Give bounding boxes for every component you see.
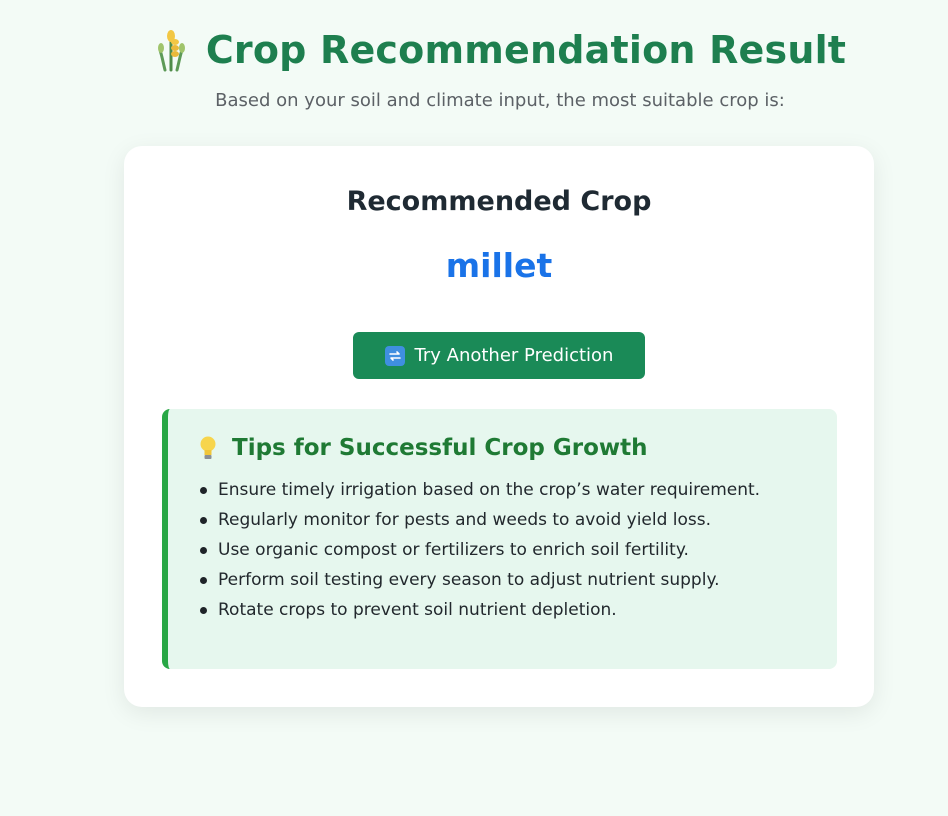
light-bulb-icon bbox=[200, 436, 216, 459]
repeat-icon bbox=[384, 345, 405, 366]
list-item: Use organic compost or fertilizers to en… bbox=[198, 539, 760, 569]
try-another-prediction-button[interactable]: Try Another Prediction bbox=[353, 332, 645, 379]
list-item: Rotate crops to prevent soil nutrient de… bbox=[198, 599, 760, 629]
page-header: Crop Recommendation Result bbox=[0, 28, 948, 72]
sheaf-of-rice-icon bbox=[157, 30, 185, 72]
list-item: Perform soil testing every season to adj… bbox=[198, 569, 760, 599]
page-title: Crop Recommendation Result bbox=[205, 28, 847, 72]
list-item: Regularly monitor for pests and weeds to… bbox=[198, 509, 760, 539]
button-label: Try Another Prediction bbox=[414, 345, 614, 366]
page-subtitle: Based on your soil and climate input, th… bbox=[215, 90, 785, 111]
list-item: Ensure timely irrigation based on the cr… bbox=[198, 479, 760, 509]
tips-panel: Tips for Successful Crop Growth Ensure t… bbox=[162, 409, 837, 669]
tips-header: Tips for Successful Crop Growth bbox=[198, 435, 647, 461]
tips-title: Tips for Successful Crop Growth bbox=[232, 435, 648, 461]
recommended-crop: millet bbox=[445, 246, 553, 285]
result-card: Recommended Crop millet Try Another Pred… bbox=[124, 146, 874, 707]
result-heading: Recommended Crop bbox=[346, 186, 652, 217]
page: Crop Recommendation Result Based on your… bbox=[0, 0, 948, 816]
tips-list: Ensure timely irrigation based on the cr… bbox=[198, 479, 760, 629]
